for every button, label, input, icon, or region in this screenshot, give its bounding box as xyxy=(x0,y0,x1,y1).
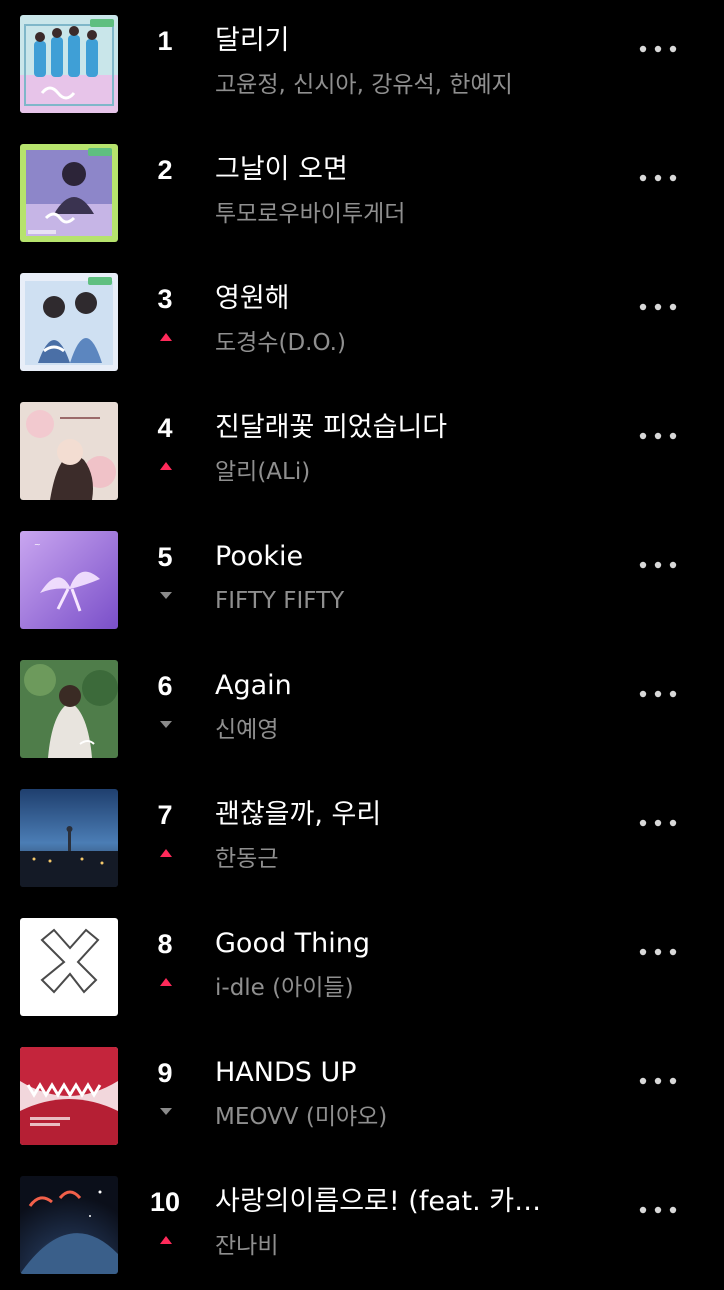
svg-text:~: ~ xyxy=(34,540,41,549)
rank-number: 9 xyxy=(157,1058,173,1088)
more-dots-icon xyxy=(639,819,677,827)
rank-number: 8 xyxy=(157,929,173,959)
rank-number: 1 xyxy=(157,26,173,56)
album-cover-icon[interactable] xyxy=(20,918,118,1016)
more-dots-icon xyxy=(639,1206,677,1214)
song-artist[interactable]: 한동근 xyxy=(215,843,575,875)
album-cover-icon[interactable] xyxy=(20,273,118,371)
more-options-button[interactable] xyxy=(628,1195,688,1225)
more-dots-icon xyxy=(639,1077,677,1085)
rank-number: 7 xyxy=(157,800,173,830)
more-dots-icon xyxy=(639,303,677,311)
chart-row[interactable]: 8 Good Thing i-dle (아이들) xyxy=(0,903,724,1032)
rank-number: 2 xyxy=(157,155,173,185)
album-cover-icon[interactable]: ~ xyxy=(20,531,118,629)
more-options-button[interactable] xyxy=(628,1066,688,1096)
song-chart-list: 1 달리기 고윤정, 신시아, 강유석, 한예지 2 그날이 오면 투모로우바이… xyxy=(0,0,724,1285)
song-title[interactable]: 괜찮을까, 우리 xyxy=(215,797,575,833)
rank-number: 3 xyxy=(157,284,173,314)
song-artist[interactable]: FIFTY FIFTY xyxy=(215,585,575,617)
more-dots-icon xyxy=(639,432,677,440)
album-cover-icon[interactable] xyxy=(20,15,118,113)
rank-up-icon xyxy=(159,846,173,860)
song-artist[interactable]: MEOVV (미야오) xyxy=(215,1101,575,1133)
song-title[interactable]: 사랑의이름으로! (feat. 카… xyxy=(215,1184,575,1220)
more-options-button[interactable] xyxy=(628,550,688,580)
chart-row[interactable]: 6 Again 신예영 xyxy=(0,645,724,774)
rank-up-icon xyxy=(159,459,173,473)
song-artist[interactable]: 도경수(D.O.) xyxy=(215,327,575,359)
song-title[interactable]: 그날이 오면 xyxy=(215,152,575,188)
rank-number: 6 xyxy=(157,671,173,701)
chart-row[interactable]: 9 HANDS UP MEOVV (미야오) xyxy=(0,1032,724,1161)
chart-row[interactable]: 7 괜찮을까, 우리 한동근 xyxy=(0,774,724,903)
rank-number: 4 xyxy=(157,413,173,443)
album-cover-icon[interactable] xyxy=(20,144,118,242)
song-artist[interactable]: 고윤정, 신시아, 강유석, 한예지 xyxy=(215,69,575,101)
song-artist[interactable]: i-dle (아이들) xyxy=(215,972,575,1004)
rank-number: 10 xyxy=(149,1187,181,1217)
rank-down-icon xyxy=(159,717,173,731)
song-artist[interactable]: 알리(ALi) xyxy=(215,456,575,488)
more-dots-icon xyxy=(639,690,677,698)
chart-row[interactable]: ~ 5 Pookie FIFTY FIFTY xyxy=(0,516,724,645)
more-options-button[interactable] xyxy=(628,292,688,322)
rank-down-icon xyxy=(159,1104,173,1118)
album-cover-icon[interactable] xyxy=(20,1176,118,1274)
more-options-button[interactable] xyxy=(628,34,688,64)
rank-up-icon xyxy=(159,330,173,344)
song-title[interactable]: 영원해 xyxy=(215,281,575,317)
song-artist[interactable]: 잔나비 xyxy=(215,1230,575,1262)
song-title[interactable]: 진달래꽃 피었습니다 xyxy=(215,410,575,446)
song-artist[interactable]: 신예영 xyxy=(215,714,575,746)
more-dots-icon xyxy=(639,174,677,182)
more-options-button[interactable] xyxy=(628,421,688,451)
chart-row[interactable]: 4 진달래꽃 피었습니다 알리(ALi) xyxy=(0,387,724,516)
album-cover-icon[interactable] xyxy=(20,660,118,758)
more-options-button[interactable] xyxy=(628,937,688,967)
more-dots-icon xyxy=(639,45,677,53)
rank-up-icon xyxy=(159,975,173,989)
chart-row[interactable]: 3 영원해 도경수(D.O.) xyxy=(0,258,724,387)
album-cover-icon[interactable] xyxy=(20,402,118,500)
album-cover-icon[interactable] xyxy=(20,789,118,887)
song-title[interactable]: Pookie xyxy=(215,539,575,575)
more-dots-icon xyxy=(639,561,677,569)
more-dots-icon xyxy=(639,948,677,956)
chart-row[interactable]: 10 사랑의이름으로! (feat. 카… 잔나비 xyxy=(0,1161,724,1290)
chart-row[interactable]: 2 그날이 오면 투모로우바이투게더 xyxy=(0,129,724,258)
song-title[interactable]: HANDS UP xyxy=(215,1055,575,1091)
chart-row[interactable]: 1 달리기 고윤정, 신시아, 강유석, 한예지 xyxy=(0,0,724,129)
more-options-button[interactable] xyxy=(628,808,688,838)
album-cover-icon[interactable] xyxy=(20,1047,118,1145)
rank-number: 5 xyxy=(157,542,173,572)
song-title[interactable]: 달리기 xyxy=(215,23,575,59)
more-options-button[interactable] xyxy=(628,163,688,193)
song-artist[interactable]: 투모로우바이투게더 xyxy=(215,198,575,230)
rank-down-icon xyxy=(159,588,173,602)
song-title[interactable]: Good Thing xyxy=(215,926,575,962)
more-options-button[interactable] xyxy=(628,679,688,709)
song-title[interactable]: Again xyxy=(215,668,575,704)
rank-up-icon xyxy=(159,1233,173,1247)
